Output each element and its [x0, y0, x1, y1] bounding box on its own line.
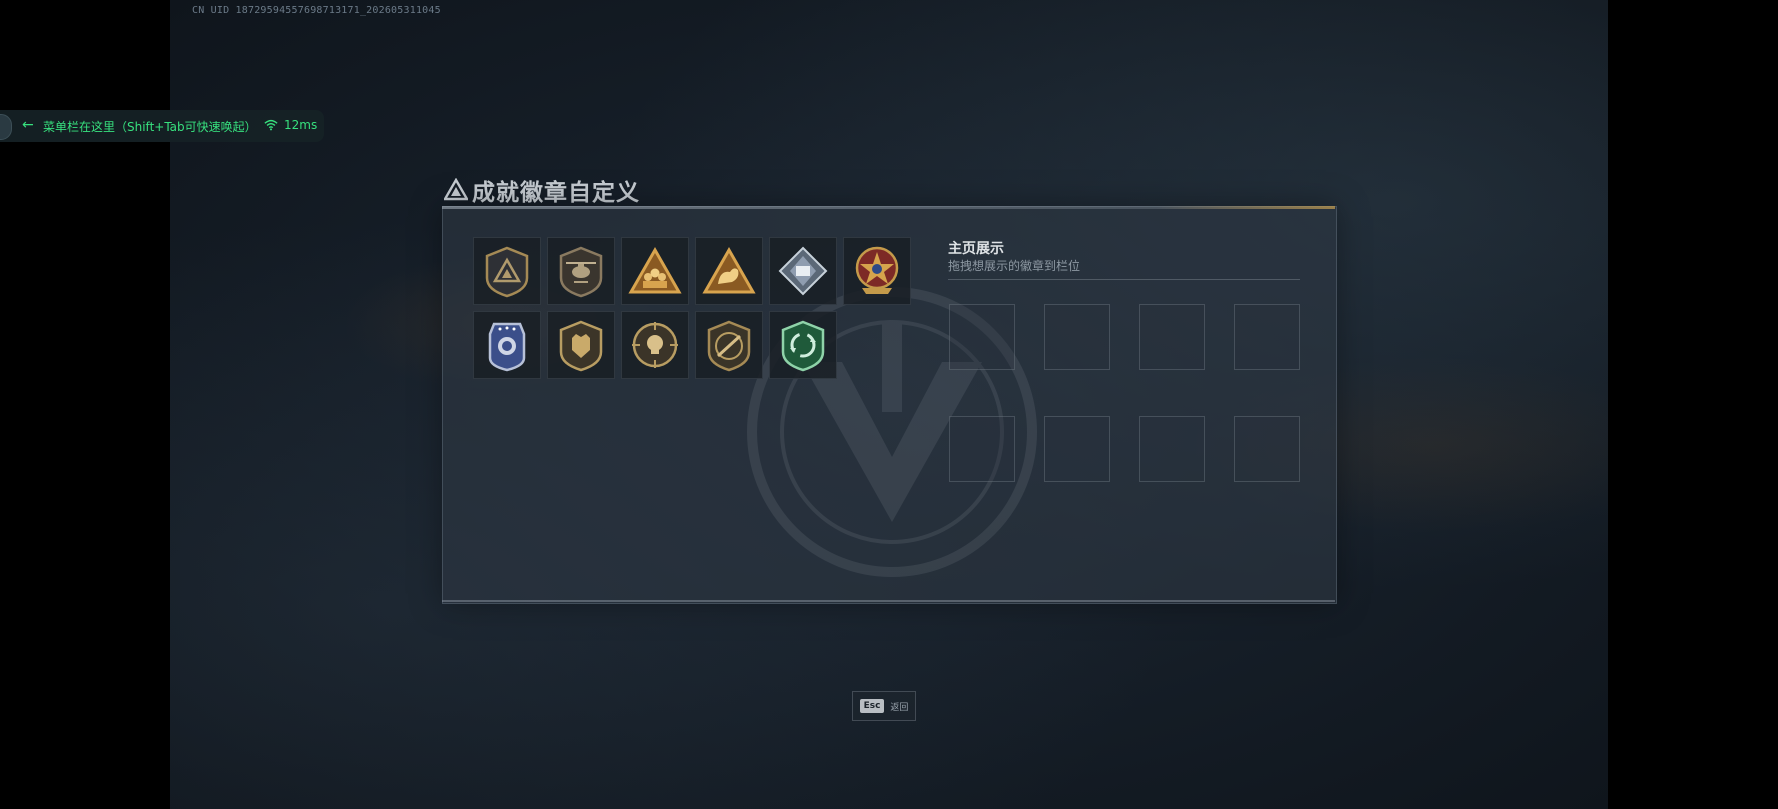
- badge-slot[interactable]: [473, 237, 541, 305]
- showcase-slot[interactable]: [949, 416, 1015, 482]
- esc-key-label: Esc: [859, 699, 885, 713]
- back-button[interactable]: Esc 返回: [852, 691, 916, 721]
- badge-slot[interactable]: [547, 237, 615, 305]
- page-title: 成就徽章自定义: [444, 173, 640, 207]
- badge-slot[interactable]: [695, 311, 763, 379]
- uid-label: CN UID 18729594557698713171_202605311045: [192, 5, 441, 16]
- skull-crosshair-badge-icon: [632, 322, 678, 368]
- gold-triangle-muscle-badge-icon: [702, 246, 756, 294]
- police-shield-badge-icon: [488, 322, 526, 372]
- back-label: 返回: [890, 702, 909, 713]
- triangle-shield-badge-icon: [485, 246, 529, 298]
- page-title-text: 成就徽章自定义: [472, 180, 640, 206]
- showcase-divider: [948, 279, 1300, 280]
- showcase-slot[interactable]: [1139, 416, 1205, 482]
- showcase-title: 主页展示: [948, 241, 1004, 257]
- arrow-left-icon: ←: [22, 117, 34, 133]
- star-medal-badge-icon: [855, 246, 899, 294]
- showcase-subtitle: 拖拽想展示的徽章到栏位: [948, 259, 1081, 273]
- showcase-slot[interactable]: [1234, 416, 1300, 482]
- triangle-logo-icon: [444, 178, 468, 201]
- rifle-shield-badge-icon: [707, 320, 751, 372]
- helicopter-badge-icon: [559, 246, 603, 298]
- wifi-icon: [264, 119, 278, 131]
- showcase-slot[interactable]: [1044, 416, 1110, 482]
- panel-top-border: [442, 206, 1335, 209]
- showcase-slot[interactable]: [949, 304, 1015, 370]
- showcase-slot[interactable]: [1044, 304, 1110, 370]
- menu-hint-bar[interactable]: ← 菜单栏在这里（Shift+Tab可快速唤起） 12ms: [0, 110, 324, 142]
- panel-bottom-border: [442, 600, 1335, 602]
- gold-triangle-squad-badge-icon: [628, 246, 682, 294]
- badge-slot[interactable]: [769, 311, 837, 379]
- showcase-slot[interactable]: [1139, 304, 1205, 370]
- menu-hint-text: 菜单栏在这里（Shift+Tab可快速唤起）: [43, 120, 257, 134]
- badge-slot[interactable]: [547, 311, 615, 379]
- showcase-slot[interactable]: [1234, 304, 1300, 370]
- badge-slot[interactable]: [621, 311, 689, 379]
- badge-slot[interactable]: [695, 237, 763, 305]
- badge-slot[interactable]: [473, 311, 541, 379]
- badge-slot[interactable]: [769, 237, 837, 305]
- green-cycle-badge-icon: [781, 320, 825, 372]
- menu-toggle-handle[interactable]: [0, 114, 12, 140]
- badge-slot[interactable]: [843, 237, 911, 305]
- badge-slot[interactable]: [621, 237, 689, 305]
- diamond-gem-badge-icon: [778, 246, 828, 296]
- bear-shield-badge-icon: [559, 320, 603, 372]
- ping-value: 12ms: [284, 118, 318, 132]
